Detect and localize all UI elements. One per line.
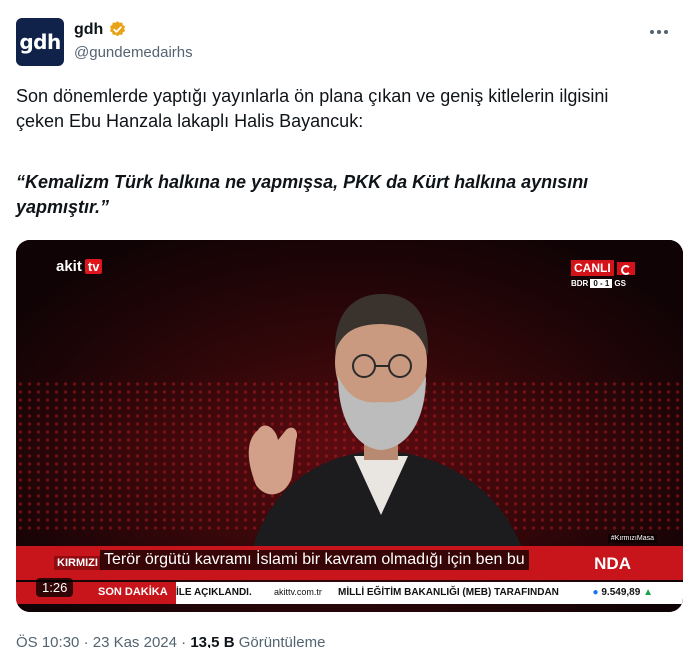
meta-separator: · xyxy=(181,634,187,648)
ticker-item: İLE AÇIKLANDI. xyxy=(176,587,252,598)
video-subtitle: Terör örgütü kavramı İslami bir kavram o… xyxy=(100,550,529,570)
tweet-text: Son dönemlerde yaptığı yayınlarla ön pla… xyxy=(16,86,609,131)
news-ticker: SON DAKİKA İLE AÇIKLANDI. akittv.com.tr … xyxy=(16,582,683,604)
live-label: CANLI xyxy=(571,260,614,276)
channel-logo: akit tv xyxy=(56,258,103,275)
tweet-time[interactable]: ÖS 10:30 xyxy=(16,634,79,648)
channel-logo-tv: tv xyxy=(84,259,103,274)
score-home-team: BDR xyxy=(571,279,589,288)
avatar[interactable]: gdh xyxy=(16,18,64,66)
score-away-team: GS xyxy=(614,279,626,288)
author-display-name[interactable]: gdh xyxy=(74,21,103,39)
more-dot-icon xyxy=(650,30,654,34)
more-dot-icon xyxy=(664,30,668,34)
show-hashtag: #KırmızıMasa xyxy=(607,534,657,543)
speaker-figure xyxy=(246,294,531,580)
more-options-button[interactable] xyxy=(647,22,671,42)
avatar-logo-text: gdh xyxy=(19,30,61,54)
more-dot-icon xyxy=(657,30,661,34)
author-name-row: gdh xyxy=(74,20,127,39)
lower-third-text: NDA xyxy=(594,554,631,573)
meta-separator: · xyxy=(83,634,89,648)
ticker-site: akittv.com.tr xyxy=(274,587,322,597)
score-result: 0 - 1 xyxy=(590,279,613,288)
market-index: 9.549,89 xyxy=(593,587,653,598)
tweet-quote: “Kemalizm Türk halkına ne yapmışsa, PKK … xyxy=(16,172,589,217)
ticker-item: MİLLİ EĞİTİM BAKANLIĞI (MEB) TARAFINDAN xyxy=(338,587,559,598)
breaking-news-label: SON DAKİKA xyxy=(98,586,168,598)
score-bug: BDR 0 - 1 GS xyxy=(571,279,643,288)
verified-badge-icon xyxy=(110,21,126,37)
video-player[interactable]: akit tv CANLI BDR 0 - 1 GS #KırmızıMasa … xyxy=(16,240,683,612)
tweet-header: gdh gdh @gundemedairhs xyxy=(16,14,675,70)
live-indicator: CANLI BDR 0 - 1 GS xyxy=(571,260,643,288)
program-tag: KIRMIZI xyxy=(54,556,101,570)
tweet-date[interactable]: 23 Kas 2024 xyxy=(93,634,177,648)
author-handle[interactable]: @gundemedairhs xyxy=(74,44,193,61)
views-label: Görüntüleme xyxy=(238,634,326,648)
views-count: 13,5 B xyxy=(190,634,235,648)
tweet-meta: ÖS 10:30 · 23 Kas 2024 · 13,5 B Görüntül… xyxy=(16,634,325,648)
channel-logo-akit: akit xyxy=(56,258,82,275)
video-duration: 1:26 xyxy=(36,578,74,597)
turkish-flag-icon xyxy=(616,261,635,275)
